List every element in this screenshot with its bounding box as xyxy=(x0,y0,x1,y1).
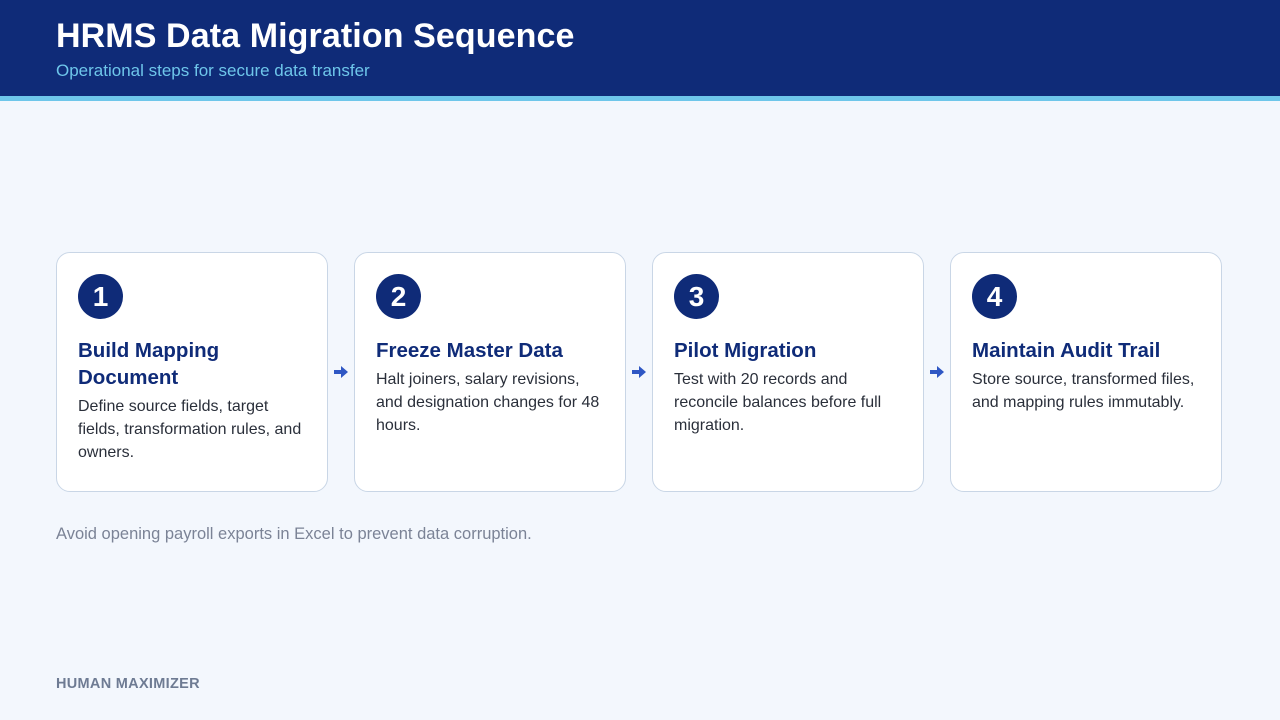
step-sequence: 1 Build Mapping Document Define source f… xyxy=(56,252,1222,492)
step-description: Store source, transformed files, and map… xyxy=(972,371,1195,411)
header-bar: HRMS Data Migration Sequence Operational… xyxy=(0,0,1280,96)
step-description: Halt joiners, salary revisions, and desi… xyxy=(376,371,600,434)
page-title: HRMS Data Migration Sequence xyxy=(56,17,575,55)
step-title: Pilot Migration xyxy=(674,339,817,362)
step-number-badge: 4 xyxy=(972,274,1017,319)
step-description: Test with 20 records and reconcile balan… xyxy=(674,371,882,434)
step-card-1: 1 Build Mapping Document Define source f… xyxy=(56,252,328,492)
step-card-2: 2 Freeze Master Data Halt joiners, salar… xyxy=(354,252,626,492)
step-number-badge: 3 xyxy=(674,274,719,319)
step-number-badge: 2 xyxy=(376,274,421,319)
header-accent-line xyxy=(0,96,1280,101)
step-description: Define source fields, target fields, tra… xyxy=(78,398,302,461)
step-title: Freeze Master Data xyxy=(376,339,563,362)
step-title: Build Mapping Document xyxy=(78,339,220,389)
arrow-right-icon xyxy=(924,362,950,382)
step-title: Maintain Audit Trail xyxy=(972,339,1161,362)
step-card-3: 3 Pilot Migration Test with 20 records a… xyxy=(652,252,924,492)
footnote-warning: Avoid opening payroll exports in Excel t… xyxy=(56,525,532,543)
page-subtitle: Operational steps for secure data transf… xyxy=(56,61,370,80)
step-number-badge: 1 xyxy=(78,274,123,319)
arrow-right-icon xyxy=(626,362,652,382)
step-card-4: 4 Maintain Audit Trail Store source, tra… xyxy=(950,252,1222,492)
brand-footer: HUMAN MAXIMIZER xyxy=(56,676,200,692)
arrow-right-icon xyxy=(328,362,354,382)
